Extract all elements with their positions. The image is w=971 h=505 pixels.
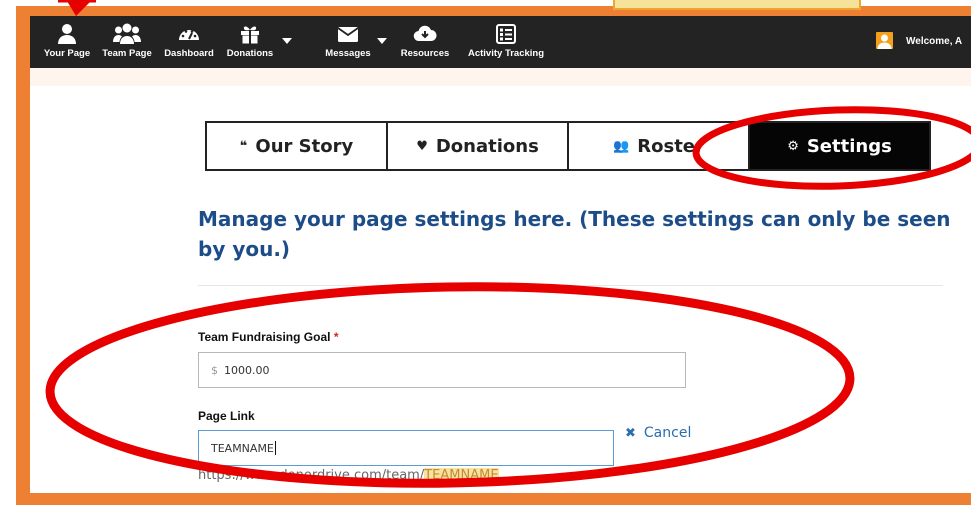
nav-label: Your Page — [43, 48, 91, 59]
cloud-download-icon — [398, 22, 452, 46]
heart-icon: ♥ — [416, 138, 428, 154]
checklist-icon — [462, 22, 550, 46]
nav-label: Team Page — [102, 48, 152, 59]
gift-icon — [222, 22, 278, 46]
nav-label: Activity Tracking — [467, 48, 545, 59]
page-link-input[interactable]: TEAMNAME — [198, 430, 614, 466]
page-link-label: Page Link — [198, 409, 255, 423]
callout-box — [613, 0, 861, 10]
gear-icon: ⚙ — [787, 138, 799, 154]
users-icon — [100, 22, 154, 46]
close-icon: ✖ — [625, 425, 636, 441]
top-navigation-bar: Your Page Team Page Dashboard Donations — [30, 16, 971, 68]
page-title: Manage your page settings here. (These s… — [198, 207, 951, 261]
chevron-down-icon[interactable] — [377, 38, 387, 44]
users-icon: 👥 — [613, 138, 630, 154]
browser-viewport: Your Page Team Page Dashboard Donations — [30, 16, 971, 493]
quote-icon: ❝ — [239, 138, 248, 154]
nav-label: Messages — [325, 48, 371, 59]
divider — [198, 285, 943, 286]
header-band — [30, 68, 971, 86]
tab-label: Donations — [435, 135, 539, 157]
url-prefix: https://www.donordrive.com/team/ — [198, 468, 425, 483]
required-marker: * — [333, 330, 339, 344]
goal-label-text: Team Fundraising Goal — [198, 330, 331, 344]
url-team-name: TEAMNAME — [424, 468, 499, 483]
nav-label: Resources — [400, 48, 450, 59]
nav-team-page[interactable]: Team Page — [100, 22, 154, 59]
page-link-value: TEAMNAME — [211, 441, 274, 455]
tab-label: Settings — [806, 135, 892, 157]
tab-our-story[interactable]: ❝ Our Story — [207, 123, 388, 169]
tab-settings[interactable]: ⚙ Settings — [750, 123, 929, 169]
tab-label: Our Story — [255, 135, 354, 157]
nav-label: Donations — [226, 48, 274, 59]
user-icon — [42, 22, 92, 46]
cancel-label: Cancel — [643, 425, 692, 441]
goal-input[interactable]: $ 1000.00 — [198, 352, 686, 388]
welcome-text[interactable]: Welcome, A — [906, 36, 962, 47]
nav-dashboard[interactable]: Dashboard — [160, 22, 218, 59]
chevron-down-icon[interactable] — [282, 38, 292, 44]
avatar[interactable] — [876, 32, 893, 49]
nav-your-page[interactable]: Your Page — [42, 22, 92, 59]
nav-label: Dashboard — [164, 48, 214, 59]
currency-prefix: $ — [211, 363, 218, 377]
goal-value: 1000.00 — [224, 363, 270, 377]
nav-messages[interactable]: Messages — [320, 22, 376, 59]
page-url-preview: https://www.donordrive.com/team/TEAMNAME — [198, 468, 499, 483]
nav-donations[interactable]: Donations — [222, 22, 278, 59]
nav-activity-tracking[interactable]: Activity Tracking — [462, 22, 550, 59]
nav-resources[interactable]: Resources — [398, 22, 452, 59]
envelope-icon — [320, 22, 376, 46]
tab-roster[interactable]: 👥 Roster — [569, 123, 750, 169]
text-cursor — [274, 441, 276, 455]
page-tabs: ❝ Our Story ♥ Donations 👥 Roster ⚙ Setti… — [205, 121, 931, 171]
gauge-icon — [160, 22, 218, 46]
cancel-link[interactable]: ✖ Cancel — [625, 425, 691, 441]
tab-label: Roster — [637, 135, 704, 157]
goal-field-label: Team Fundraising Goal * — [198, 330, 338, 344]
tab-donations[interactable]: ♥ Donations — [388, 123, 569, 169]
